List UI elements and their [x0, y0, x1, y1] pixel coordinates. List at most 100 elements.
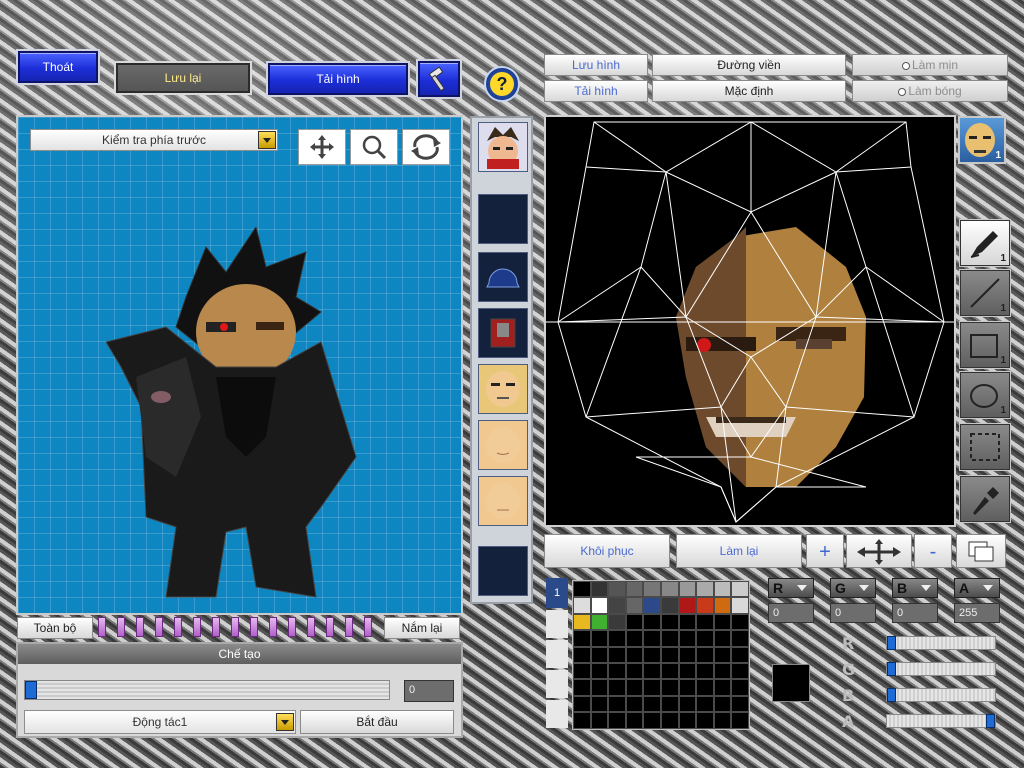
pan-button[interactable]	[846, 534, 912, 568]
palette-swatch[interactable]	[713, 663, 732, 680]
palette-swatch[interactable]	[643, 712, 661, 729]
restore-button[interactable]: Khôi phục	[544, 534, 670, 568]
palette-tab[interactable]	[546, 610, 568, 638]
palette-swatch[interactable]	[643, 581, 661, 598]
palette-swatch[interactable]	[608, 597, 626, 614]
palette-swatch[interactable]	[590, 663, 609, 680]
palette-swatch[interactable]	[713, 597, 732, 614]
r-slider-knob[interactable]	[887, 636, 896, 650]
palette-swatch[interactable]	[678, 581, 697, 598]
palette-swatch[interactable]	[573, 646, 591, 663]
palette-swatch[interactable]	[678, 679, 697, 696]
palette-swatch[interactable]	[625, 630, 644, 647]
palette-swatch[interactable]	[573, 630, 591, 647]
palette-swatch[interactable]	[713, 581, 732, 598]
frame-marker[interactable]	[269, 617, 277, 637]
palette-swatch[interactable]	[573, 712, 591, 729]
frame-marker[interactable]	[117, 617, 125, 637]
a-value-input[interactable]: 255	[954, 603, 1000, 623]
move-tool-button[interactable]	[298, 129, 346, 165]
palette-swatch[interactable]	[590, 695, 609, 713]
grab-button[interactable]: Nắm lại	[384, 617, 460, 639]
palette-swatch[interactable]	[696, 695, 714, 713]
start-button[interactable]: Bắt đầu	[300, 710, 454, 734]
palette-swatch[interactable]	[643, 630, 661, 647]
palette-swatch[interactable]	[608, 679, 626, 696]
palette-swatch[interactable]	[696, 581, 714, 598]
save-image-button[interactable]: Lưu hình	[544, 54, 648, 76]
palette-swatch[interactable]	[661, 613, 679, 631]
zoom-out-button[interactable]: -	[914, 534, 952, 568]
layer-button[interactable]	[956, 534, 1006, 568]
outline-button[interactable]: Đường viền	[652, 54, 846, 76]
help-button[interactable]: ?	[484, 66, 520, 102]
palette-swatch[interactable]	[643, 597, 661, 614]
part-slot-face-angry[interactable]	[478, 364, 528, 414]
palette-swatch[interactable]	[625, 663, 644, 680]
palette-swatch[interactable]	[713, 695, 732, 713]
palette-swatch[interactable]	[625, 712, 644, 729]
palette-swatch[interactable]	[573, 597, 591, 614]
frame-value[interactable]: 0	[404, 680, 454, 702]
ellipse-tool-button[interactable]: 1	[959, 371, 1011, 419]
a-slider-knob[interactable]	[986, 714, 995, 728]
palette-swatch[interactable]	[661, 679, 679, 696]
palette-swatch[interactable]	[678, 597, 697, 614]
palette-swatch[interactable]	[608, 663, 626, 680]
part-slot-armor[interactable]	[478, 308, 528, 358]
frame-marker[interactable]	[345, 617, 353, 637]
save-button[interactable]: Lưu lại	[114, 61, 252, 95]
frame-marker[interactable]	[193, 617, 201, 637]
frame-marker[interactable]	[288, 617, 296, 637]
palette-tab-active[interactable]: 1	[546, 578, 568, 608]
a-channel-label[interactable]: A	[954, 578, 1000, 598]
palette-swatch[interactable]	[625, 695, 644, 713]
reload-image-button[interactable]: Tải hình	[266, 61, 410, 97]
palette-swatch[interactable]	[625, 679, 644, 696]
palette-swatch[interactable]	[731, 695, 749, 713]
eyedropper-tool-button[interactable]	[959, 475, 1011, 523]
action-select[interactable]: Động tác1	[24, 710, 296, 734]
palette-swatch[interactable]	[608, 630, 626, 647]
exit-button[interactable]: Thoát	[16, 49, 100, 85]
line-tool-button[interactable]: 1	[959, 269, 1011, 317]
palette-swatch[interactable]	[731, 613, 749, 631]
palette-swatch[interactable]	[608, 646, 626, 663]
hammer-button[interactable]	[416, 59, 462, 99]
color-palette-grid[interactable]	[572, 580, 750, 730]
palette-swatch[interactable]	[643, 679, 661, 696]
smooth-option[interactable]: Làm mịn	[852, 54, 1008, 76]
palette-swatch[interactable]	[590, 597, 609, 614]
palette-swatch[interactable]	[678, 695, 697, 713]
frame-slider-knob[interactable]	[25, 681, 37, 699]
part-slot-helmet[interactable]	[478, 252, 528, 302]
palette-swatch[interactable]	[696, 630, 714, 647]
texture-canvas[interactable]	[544, 115, 956, 527]
palette-swatch[interactable]	[678, 646, 697, 663]
zoom-in-button[interactable]: +	[806, 534, 844, 568]
palette-swatch[interactable]	[625, 597, 644, 614]
palette-swatch[interactable]	[573, 679, 591, 696]
gloss-radio[interactable]	[898, 87, 907, 96]
palette-swatch[interactable]	[608, 581, 626, 598]
r-value-input[interactable]: 0	[768, 603, 814, 623]
palette-swatch[interactable]	[661, 646, 679, 663]
palette-swatch[interactable]	[608, 712, 626, 729]
palette-swatch[interactable]	[678, 613, 697, 631]
palette-tab[interactable]	[546, 670, 568, 698]
palette-swatch[interactable]	[573, 695, 591, 713]
palette-swatch[interactable]	[573, 663, 591, 680]
palette-swatch[interactable]	[713, 630, 732, 647]
palette-swatch[interactable]	[731, 581, 749, 598]
palette-swatch[interactable]	[573, 581, 591, 598]
frame-marker[interactable]	[326, 617, 334, 637]
palette-swatch[interactable]	[678, 630, 697, 647]
palette-swatch[interactable]	[573, 613, 591, 631]
gloss-option[interactable]: Làm bóng	[852, 80, 1008, 102]
default-button[interactable]: Mặc định	[652, 80, 846, 102]
g-value-input[interactable]: 0	[830, 603, 876, 623]
palette-swatch[interactable]	[590, 581, 609, 598]
part-slot-empty-1[interactable]	[478, 194, 528, 244]
palette-swatch[interactable]	[661, 712, 679, 729]
frame-marker[interactable]	[307, 617, 315, 637]
